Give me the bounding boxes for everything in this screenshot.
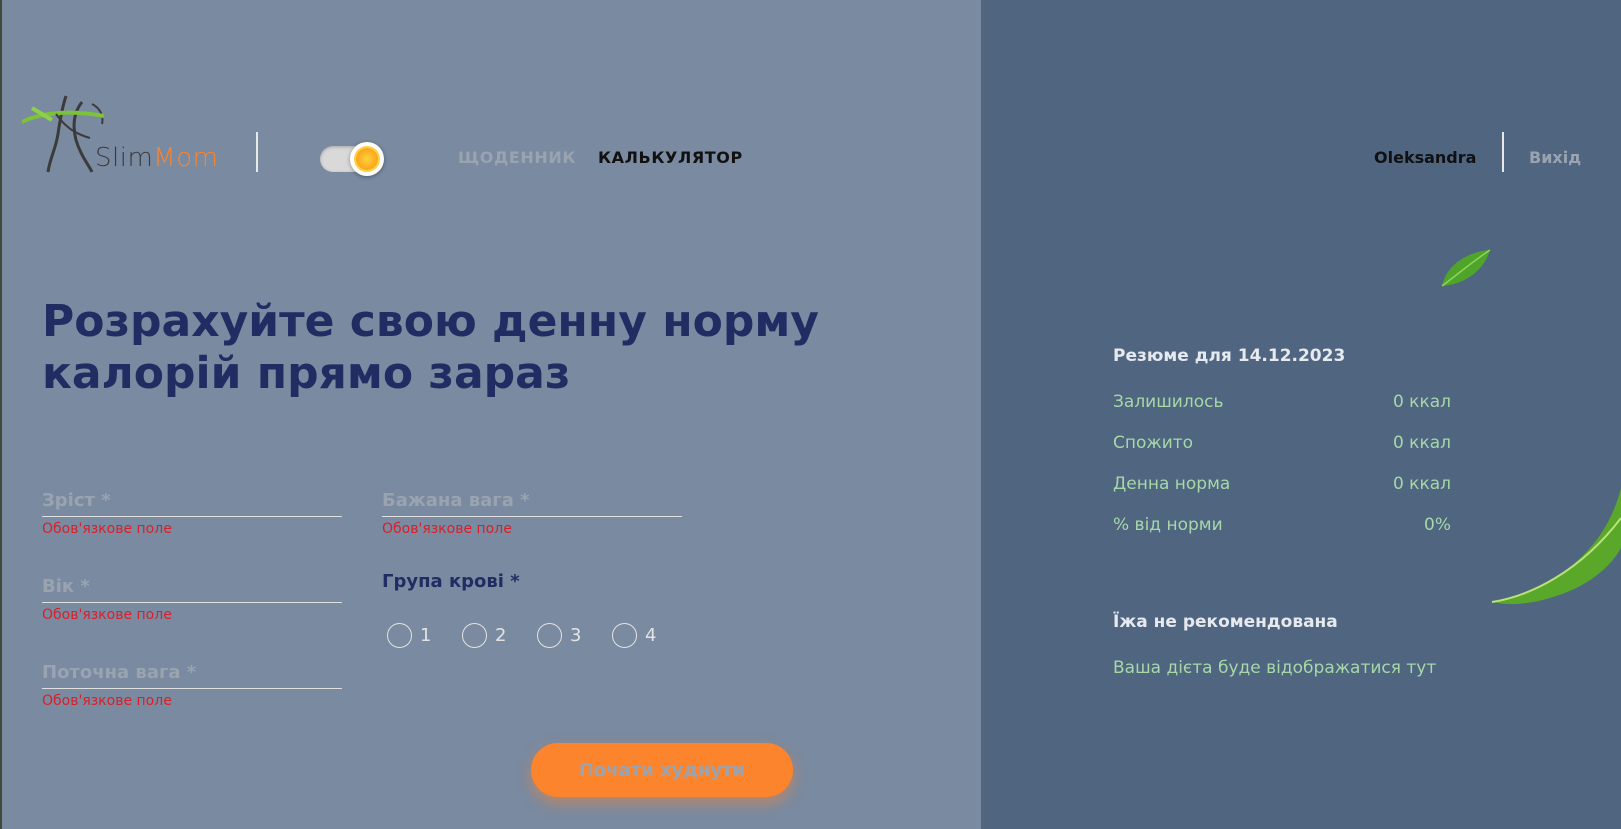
- logo-slim: Slim: [95, 143, 154, 173]
- radio-label: 4: [645, 625, 657, 646]
- summary-label: % від норми: [1113, 515, 1223, 535]
- blood-group-label: Група крові *: [382, 571, 520, 592]
- logout-button[interactable]: Вихід: [1529, 148, 1581, 167]
- current-weight-field[interactable]: Поточна вага * Обов'язкове поле: [42, 662, 342, 709]
- left-edge: [0, 0, 2, 829]
- logo-text[interactable]: SlimMom: [95, 143, 218, 173]
- summary-title: Резюме для 14.12.2023: [1113, 346, 1346, 366]
- height-field[interactable]: Зріст * Обов'язкове поле: [42, 490, 342, 537]
- age-error: Обов'язкове поле: [42, 607, 172, 623]
- toggle-knob: [350, 142, 384, 176]
- leaf-icon: [1491, 488, 1621, 605]
- radio-circle: [462, 623, 487, 648]
- height-error: Обов'язкове поле: [42, 521, 172, 537]
- current-weight-error: Обов'язкове поле: [42, 693, 172, 709]
- user-divider: [1502, 132, 1504, 172]
- food-not-recommended-text: Ваша дієта буде відображатися тут: [1113, 658, 1437, 678]
- desired-weight-error: Обов'язкове поле: [382, 521, 512, 537]
- summary-label: Спожито: [1113, 433, 1194, 453]
- page-title: Розрахуйте свою денну норму калорій прям…: [42, 296, 862, 400]
- age-label: Вік *: [42, 576, 90, 597]
- nav-calculator-link[interactable]: КАЛЬКУЛЯТОР: [598, 148, 743, 167]
- summary-row-consumed: Спожито 0 ккал: [1113, 433, 1451, 453]
- height-underline: [42, 516, 342, 517]
- theme-toggle[interactable]: [320, 142, 384, 176]
- radio-label: 1: [420, 625, 432, 646]
- page-title-line2: калорій прямо зараз: [42, 348, 571, 399]
- summary-value: 0 ккал: [1392, 392, 1451, 412]
- summary-label: Залишилось: [1113, 392, 1224, 412]
- radio-label: 2: [495, 625, 507, 646]
- nav-diary-link[interactable]: ЩОДЕННИК: [458, 148, 576, 167]
- summary-value: 0 ккал: [1392, 474, 1451, 494]
- summary-row-remaining: Залишилось 0 ккал: [1113, 392, 1451, 412]
- blood-group-radio-3[interactable]: 3: [537, 623, 581, 648]
- desired-weight-label: Бажана вага *: [382, 490, 530, 511]
- logo-mom: Mom: [153, 143, 219, 173]
- blood-group-radio-1[interactable]: 1: [387, 623, 431, 648]
- header-divider: [256, 132, 258, 172]
- current-weight-underline: [42, 688, 342, 689]
- current-weight-label: Поточна вага *: [42, 662, 197, 683]
- start-losing-weight-button[interactable]: Почати худнути: [531, 743, 793, 797]
- summary-pane: [981, 0, 1621, 829]
- desired-weight-underline: [382, 516, 682, 517]
- leaf-icon: [1441, 249, 1491, 287]
- summary-label: Денна норма: [1113, 474, 1231, 494]
- page-title-line1: Розрахуйте свою денну норму: [42, 296, 819, 347]
- desired-weight-field[interactable]: Бажана вага * Обов'язкове поле: [382, 490, 682, 537]
- summary-row-percent: % від норми 0%: [1113, 515, 1451, 535]
- height-label: Зріст *: [42, 490, 111, 511]
- radio-label: 3: [570, 625, 582, 646]
- radio-circle: [612, 623, 637, 648]
- food-not-recommended-title: Їжа не рекомендована: [1113, 612, 1338, 632]
- summary-value: 0 ккал: [1392, 433, 1451, 453]
- radio-circle: [387, 623, 412, 648]
- radio-circle: [537, 623, 562, 648]
- age-underline: [42, 602, 342, 603]
- blood-group-radio-4[interactable]: 4: [612, 623, 656, 648]
- blood-group-radio-2[interactable]: 2: [462, 623, 506, 648]
- user-name: Oleksandra: [1374, 148, 1477, 167]
- age-field[interactable]: Вік * Обов'язкове поле: [42, 576, 342, 623]
- summary-row-daily-norm: Денна норма 0 ккал: [1113, 474, 1451, 494]
- summary-value: 0%: [1424, 515, 1451, 535]
- sun-icon: [356, 148, 378, 170]
